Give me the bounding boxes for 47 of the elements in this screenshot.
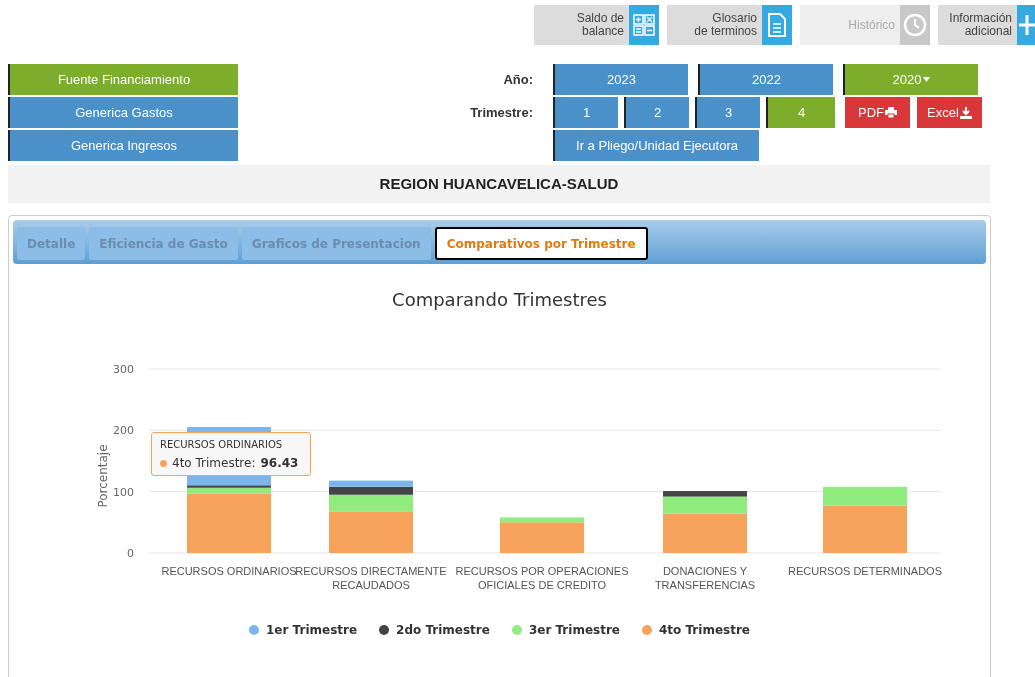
menu-button[interactable]: Fuente Financiamiento [8,64,238,95]
axis-title: Porcentaje [96,444,110,508]
toolbar-button[interactable]: Glosario de terminos [667,5,792,45]
category-label: DONACIONES Y TRANSFERENCIAS [654,565,756,591]
trimester-button[interactable]: 4 [766,97,835,128]
tab[interactable]: Comparativos por Trimestre [434,227,648,260]
caret-icon [923,77,931,82]
tooltip-title: RECURSOS ORDINARIOS [160,438,284,452]
axis-tick-label: 300 [113,363,134,376]
legend-label[interactable]: 1er Trimestre [266,621,358,639]
category-label: RECURSOS DETERMINADOS [788,565,942,577]
toolbar-button[interactable]: Saldo de balance [534,5,659,45]
tooltip-series: 4to Trimestre: [172,455,256,472]
category-label: RECURSOS ORDINARIOS [161,565,297,577]
menu-button[interactable]: Generica Ingresos [8,130,238,161]
legend-label[interactable]: 2do Trimestre [396,621,490,639]
tab[interactable]: Graficos de Presentacion [241,227,431,260]
axis-tick-label: 200 [113,424,134,438]
toolbar-button[interactable]: Información adicional [938,5,1035,45]
year-label: Año: [502,70,534,89]
legend-label[interactable]: 4to Trimestre [659,621,750,639]
chart-title: Comparando Trimestres [391,288,608,312]
year-dropdown[interactable]: 2020 [843,64,978,95]
legend-label[interactable]: 3er Trimestre [528,621,620,639]
link-button[interactable]: Ir a Pliego/Unidad Ejecutora [553,130,759,161]
clock-icon [900,5,930,45]
download-icon [959,106,972,119]
document-icon [762,5,792,45]
trimester-label: Trimestre: [469,103,534,122]
axis-tick-label: 100 [113,485,134,499]
menu-button[interactable]: Generica Gastos [8,97,238,128]
category-label: RECURSOS DIRECTAMENTE RECAUDADOS [295,565,447,591]
trimester-button[interactable]: 1 [553,97,618,128]
calculator-icon [629,5,659,45]
region-title: REGION HUANCAVELICA-SALUD [8,165,990,203]
pdf-button[interactable]: PDF [845,97,910,128]
tab[interactable]: Eficiencia de Gasto [89,227,238,260]
category-label: RECURSOS POR OPERACIONES OFICIALES DE CREDITO [455,565,629,591]
axis-tick-label: 0 [127,547,134,560]
year-button[interactable]: 2023 [553,64,688,95]
trimester-button[interactable]: 3 [695,97,760,128]
tab[interactable]: Detalle [17,227,86,260]
trimester-button[interactable]: 2 [624,97,689,128]
tooltip-value: 96.43 [260,455,299,472]
printer-icon [885,107,897,118]
excel-button[interactable]: Excel [917,97,982,128]
year-button[interactable]: 2022 [698,64,833,95]
